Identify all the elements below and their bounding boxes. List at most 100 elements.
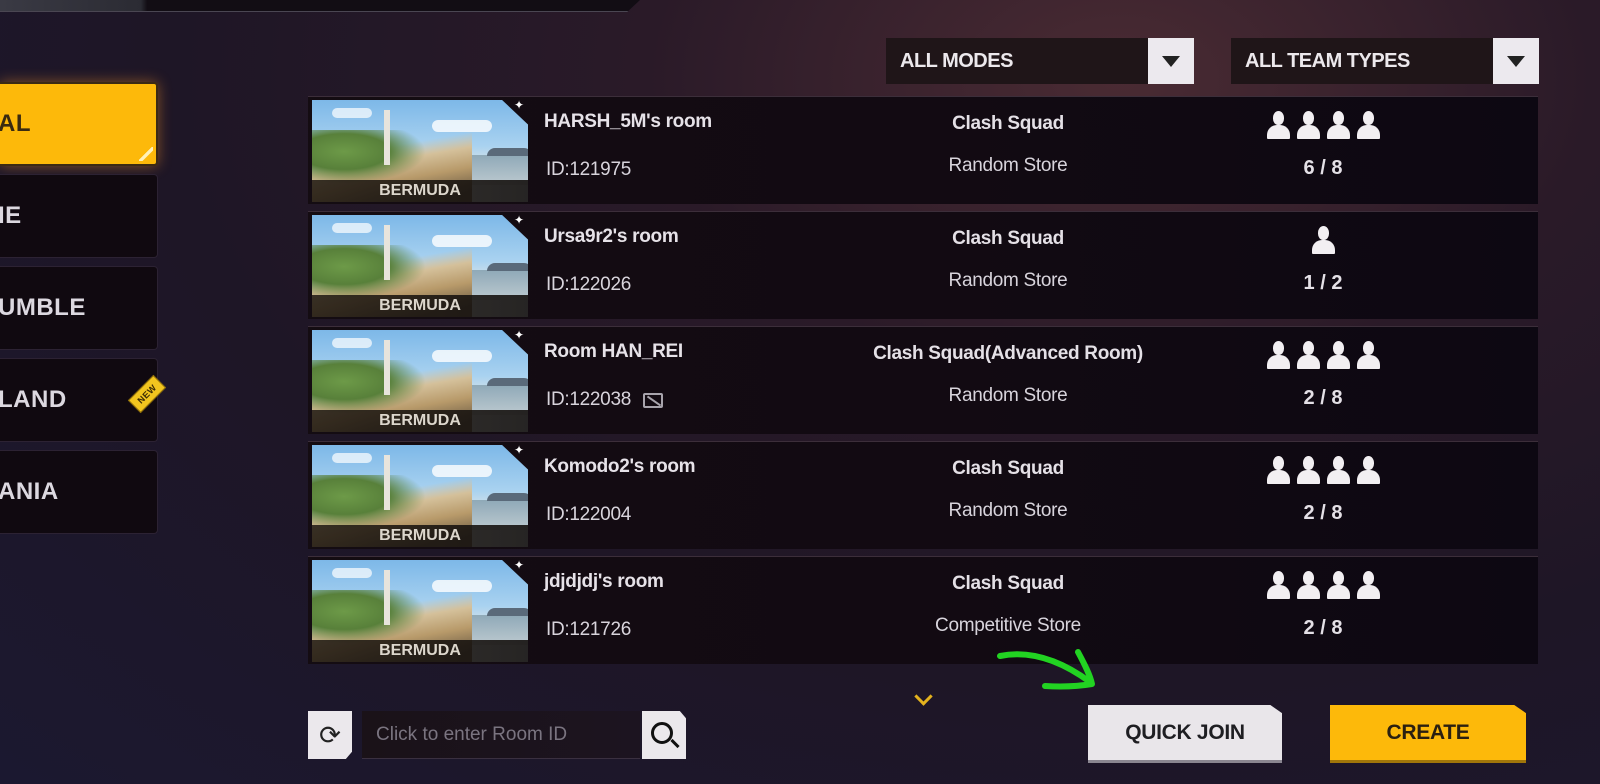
create-room-button[interactable]: CREATE xyxy=(1330,705,1526,763)
room-id-row: ID:121975 xyxy=(546,159,631,181)
player-icon xyxy=(1355,111,1382,139)
room-id: ID:122026 xyxy=(546,274,631,295)
mode-sidebar: AL IE UMBLE LAND NEW ANIA xyxy=(0,82,167,542)
room-row[interactable]: BERMUDA ✦ Ursa9r2's room ID:122026 Clash… xyxy=(308,211,1538,319)
player-count: 2 / 8 xyxy=(1303,387,1343,409)
sidebar-item-al[interactable]: AL xyxy=(0,82,158,166)
quick-join-button[interactable]: QUICK JOIN xyxy=(1088,705,1282,763)
sparkle-icon: ✦ xyxy=(514,98,525,112)
room-id-row: ID:121726 xyxy=(546,619,631,641)
room-name: jdjdjdj's room xyxy=(544,571,664,592)
room-mode: Clash Squad xyxy=(952,458,1064,479)
team-type-icons xyxy=(1208,226,1438,254)
player-count: 2 / 8 xyxy=(1303,502,1343,524)
player-count: 6 / 8 xyxy=(1303,157,1343,179)
room-store: Competitive Store xyxy=(935,615,1081,636)
sparkle-icon: ✦ xyxy=(514,328,525,342)
map-name: BERMUDA xyxy=(312,410,528,432)
map-thumbnail: BERMUDA xyxy=(312,445,528,547)
team-types-dropdown-arrow[interactable] xyxy=(1493,38,1539,84)
modes-filter-value: ALL MODES xyxy=(900,49,1013,72)
map-name: BERMUDA xyxy=(312,640,528,662)
search-room-button[interactable] xyxy=(642,711,686,759)
player-icon xyxy=(1355,571,1382,599)
player-count: 1 / 2 xyxy=(1303,272,1343,294)
player-icon xyxy=(1265,111,1292,139)
room-list: BERMUDA ✦ HARSH_5M's room ID:121975 Clas… xyxy=(308,96,1538,671)
player-count: 2 / 8 xyxy=(1303,617,1343,639)
player-icon xyxy=(1265,571,1292,599)
player-icon xyxy=(1325,341,1352,369)
map-name: BERMUDA xyxy=(312,525,528,547)
sidebar-item-ania[interactable]: ANIA xyxy=(0,450,158,534)
player-icon xyxy=(1325,571,1352,599)
player-icon xyxy=(1295,571,1322,599)
new-badge: NEW xyxy=(127,374,167,414)
no-spectate-icon xyxy=(642,392,663,408)
sparkle-icon: ✦ xyxy=(514,213,525,227)
room-mode: Clash Squad xyxy=(952,573,1064,594)
player-icon xyxy=(1295,456,1322,484)
room-name: Komodo2's room xyxy=(544,456,696,477)
room-name: Ursa9r2's room xyxy=(544,226,679,247)
player-icon xyxy=(1325,456,1352,484)
modes-dropdown-arrow[interactable] xyxy=(1148,38,1194,84)
sidebar-item-umble[interactable]: UMBLE xyxy=(0,266,158,350)
sidebar-item-label: UMBLE xyxy=(0,294,86,321)
room-row[interactable]: BERMUDA ✦ jdjdjdj's room ID:121726 Clash… xyxy=(308,556,1538,664)
room-id-input[interactable] xyxy=(362,711,640,759)
room-id-row: ID:122038 xyxy=(546,389,663,411)
scroll-down-chevron-icon[interactable] xyxy=(912,690,936,706)
map-thumbnail: BERMUDA xyxy=(312,560,528,662)
room-id: ID:121726 xyxy=(546,619,631,640)
player-icon xyxy=(1355,341,1382,369)
room-store: Random Store xyxy=(948,155,1068,176)
sidebar-item-label: ANIA xyxy=(0,478,59,505)
map-name: BERMUDA xyxy=(312,180,528,202)
room-id-row: ID:122004 xyxy=(546,504,631,526)
sidebar-item-label: AL xyxy=(0,110,31,137)
room-row[interactable]: BERMUDA ✦ Room HAN_REI ID:122038 Clash S… xyxy=(308,326,1538,434)
modes-filter-dropdown[interactable]: ALL MODES xyxy=(886,38,1194,84)
sparkle-icon: ✦ xyxy=(514,558,525,572)
top-bar xyxy=(0,0,640,12)
caret-down-icon xyxy=(1507,55,1525,67)
room-mode: Clash Squad xyxy=(952,113,1064,134)
player-icon xyxy=(1355,456,1382,484)
room-id-row: ID:122026 xyxy=(546,274,631,296)
room-name: HARSH_5M's room xyxy=(544,111,712,132)
team-type-icons xyxy=(1208,571,1438,599)
search-icon xyxy=(651,722,673,744)
room-mode: Clash Squad xyxy=(952,228,1064,249)
sidebar-item-ie[interactable]: IE xyxy=(0,174,158,258)
team-type-icons xyxy=(1208,111,1438,139)
player-icon xyxy=(1325,111,1352,139)
map-thumbnail: BERMUDA xyxy=(312,100,528,202)
player-icon xyxy=(1310,226,1337,254)
room-row[interactable]: BERMUDA ✦ Komodo2's room ID:122004 Clash… xyxy=(308,441,1538,549)
player-icon xyxy=(1295,111,1322,139)
map-thumbnail: BERMUDA xyxy=(312,215,528,317)
map-name: BERMUDA xyxy=(312,295,528,317)
room-store: Random Store xyxy=(948,385,1068,406)
refresh-button[interactable]: ⟳ xyxy=(308,711,352,759)
room-name: Room HAN_REI xyxy=(544,341,683,362)
sidebar-item-label: LAND xyxy=(0,386,67,413)
team-types-filter-dropdown[interactable]: ALL TEAM TYPES xyxy=(1231,38,1539,84)
caret-down-icon xyxy=(1162,55,1180,67)
room-store: Random Store xyxy=(948,500,1068,521)
room-id: ID:122038 xyxy=(546,389,631,410)
room-id: ID:122004 xyxy=(546,504,631,525)
map-thumbnail: BERMUDA xyxy=(312,330,528,432)
room-row[interactable]: BERMUDA ✦ HARSH_5M's room ID:121975 Clas… xyxy=(308,96,1538,204)
player-icon xyxy=(1295,341,1322,369)
player-icon xyxy=(1265,341,1292,369)
room-store: Random Store xyxy=(948,270,1068,291)
sidebar-item-label: IE xyxy=(0,202,22,229)
room-mode: Clash Squad(Advanced Room) xyxy=(873,343,1143,364)
sparkle-icon: ✦ xyxy=(514,443,525,457)
refresh-icon: ⟳ xyxy=(319,719,341,750)
sidebar-item-land[interactable]: LAND NEW xyxy=(0,358,167,442)
team-types-filter-value: ALL TEAM TYPES xyxy=(1245,49,1410,72)
room-id: ID:121975 xyxy=(546,159,631,180)
